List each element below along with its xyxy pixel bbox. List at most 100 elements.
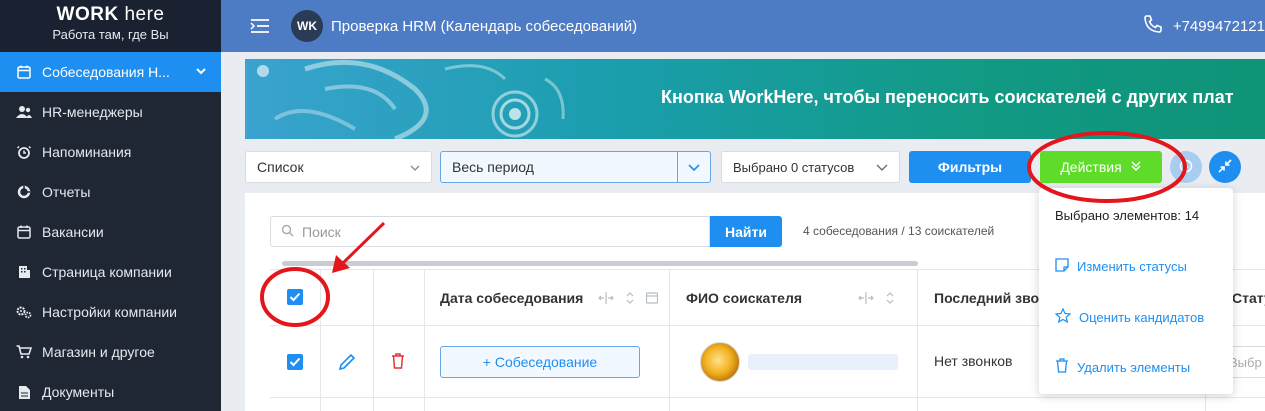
brand-name: WORK here <box>56 4 165 25</box>
header-status[interactable]: Статус <box>1232 290 1265 306</box>
sort-icon[interactable] <box>626 291 634 308</box>
actions-button-label: Действия <box>1060 159 1122 175</box>
banner-decoration <box>257 59 565 139</box>
horizontal-scrollbar[interactable] <box>282 261 918 266</box>
status-select-value: Выбрано 0 статусов <box>733 159 855 175</box>
find-button[interactable]: Найти <box>710 216 782 247</box>
project-avatar[interactable]: WK <box>291 10 323 42</box>
status-select[interactable]: Выбрано 0 статусов <box>721 151 900 183</box>
edit-icon[interactable] <box>337 352 357 375</box>
column-divider <box>917 269 918 411</box>
brand-tagline: Работа там, где Вы <box>52 27 169 42</box>
sidebar-item-company-settings[interactable]: Настройки компании <box>0 292 221 332</box>
sidebar-item-reminders[interactable]: Напоминания <box>0 132 221 172</box>
compress-icon <box>1218 158 1232 176</box>
cart-icon <box>16 344 32 360</box>
chart-pie-icon <box>16 184 32 200</box>
star-icon <box>1054 307 1079 326</box>
row-divider <box>270 397 1265 398</box>
header-interview-date[interactable]: Дата собеседования <box>440 290 583 306</box>
building-icon <box>16 264 32 280</box>
logo[interactable]: WORK here Работа там, где Вы <box>0 0 221 52</box>
add-interview-button[interactable]: + Собеседование <box>440 346 640 378</box>
candidate-avatar[interactable] <box>700 342 740 382</box>
candidate-name-redacted[interactable] <box>748 354 898 370</box>
results-counts: 4 собеседования / 13 соискателей <box>803 224 995 238</box>
sidebar-item-shop[interactable]: Магазин и другое <box>0 332 221 372</box>
resize-icon[interactable] <box>858 291 874 308</box>
chevron-down-icon <box>677 152 710 182</box>
sidebar-item-label: Отчеты <box>42 184 91 200</box>
promo-banner[interactable]: Кнопка WorkHere, чтобы переносить соиска… <box>245 59 1265 139</box>
double-chevron-down-icon <box>1122 159 1142 175</box>
history-icon <box>1178 158 1194 177</box>
calendar-icon[interactable] <box>645 291 659 308</box>
view-select-value: Список <box>257 159 304 175</box>
gears-icon <box>16 304 32 320</box>
header-candidate-name[interactable]: ФИО соискателя <box>686 290 802 306</box>
column-divider <box>424 269 425 411</box>
column-divider <box>373 269 374 411</box>
period-select[interactable]: Весь период <box>440 151 711 183</box>
header-tools <box>858 291 894 308</box>
menu-item-label: Оценить кандидатов <box>1079 309 1205 325</box>
sidebar-item-label: Настройки компании <box>42 304 177 320</box>
last-call-value: Нет звонков <box>934 353 1013 369</box>
period-select-value: Весь период <box>452 159 534 175</box>
top-bar: WK Проверка HRM (Календарь собеседований… <box>221 0 1265 52</box>
sidebar-item-hr-managers[interactable]: HR-менеджеры <box>0 92 221 132</box>
menu-item-label: Удалить элементы <box>1077 359 1191 375</box>
sidebar-item-label: Собеседования Н... <box>42 64 170 80</box>
sidebar-item-reports[interactable]: Отчеты <box>0 172 221 212</box>
check-icon <box>289 357 301 367</box>
collapse-button[interactable] <box>1209 151 1241 183</box>
note-edit-icon <box>1055 258 1077 275</box>
sidebar: WORK here Работа там, где Вы Собеседован… <box>0 0 221 411</box>
phone-icon <box>1143 14 1173 38</box>
menu-item-delete-elements[interactable]: Удалить элементы <box>1055 358 1190 376</box>
phone-number[interactable]: +7499472121 <box>1143 14 1265 38</box>
row-checkbox[interactable] <box>287 354 303 370</box>
sort-icon[interactable] <box>886 291 894 308</box>
menu-item-rate-candidates[interactable]: Оценить кандидатов <box>1054 307 1205 326</box>
menu-toggle-icon[interactable] <box>249 17 271 35</box>
chevron-down-icon <box>195 64 207 80</box>
selected-count: Выбрано элементов: 14 <box>1055 208 1200 223</box>
filters-button[interactable]: Фильтры <box>909 151 1031 183</box>
sidebar-item-company-page[interactable]: Страница компании <box>0 252 221 292</box>
resize-icon[interactable] <box>598 291 614 308</box>
trash-icon <box>1055 358 1077 376</box>
sidebar-item-label: Магазин и другое <box>42 344 155 360</box>
document-icon <box>16 384 32 400</box>
column-divider <box>320 269 321 411</box>
actions-dropdown: Выбрано элементов: 14 Изменить статусы О… <box>1039 188 1233 394</box>
sidebar-item-interviews[interactable]: Собеседования Н... <box>0 52 221 92</box>
sidebar-item-label: Вакансии <box>42 224 104 240</box>
actions-button[interactable]: Действия <box>1040 151 1162 183</box>
calendar-icon <box>16 224 32 240</box>
phone-text: +7499472121 <box>1172 17 1265 35</box>
search-icon <box>281 224 302 240</box>
banner-text: Кнопка WorkHere, чтобы переносить соиска… <box>661 87 1234 107</box>
header-last-call[interactable]: Последний звон <box>934 290 1048 306</box>
trash-icon[interactable] <box>390 352 406 373</box>
column-divider <box>669 269 670 411</box>
header-tools <box>598 291 659 308</box>
chevron-down-icon <box>409 161 421 177</box>
search-input[interactable]: Поиск <box>270 216 710 247</box>
sidebar-item-label: HR-менеджеры <box>42 104 143 120</box>
sidebar-item-documents[interactable]: Документы <box>0 372 221 411</box>
check-icon <box>289 292 301 302</box>
alarm-icon <box>16 144 32 160</box>
project-title[interactable]: Проверка HRM (Календарь собеседований) <box>331 18 637 35</box>
view-select[interactable]: Список <box>245 151 432 183</box>
chevron-down-icon <box>875 161 889 176</box>
history-button[interactable] <box>1170 151 1202 183</box>
menu-item-change-statuses[interactable]: Изменить статусы <box>1055 258 1187 275</box>
search-placeholder: Поиск <box>302 223 341 240</box>
sidebar-item-label: Документы <box>42 384 115 400</box>
sidebar-item-vacancies[interactable]: Вакансии <box>0 212 221 252</box>
select-all-checkbox[interactable] <box>287 289 303 305</box>
users-icon <box>16 104 32 120</box>
sidebar-item-label: Напоминания <box>42 144 132 160</box>
